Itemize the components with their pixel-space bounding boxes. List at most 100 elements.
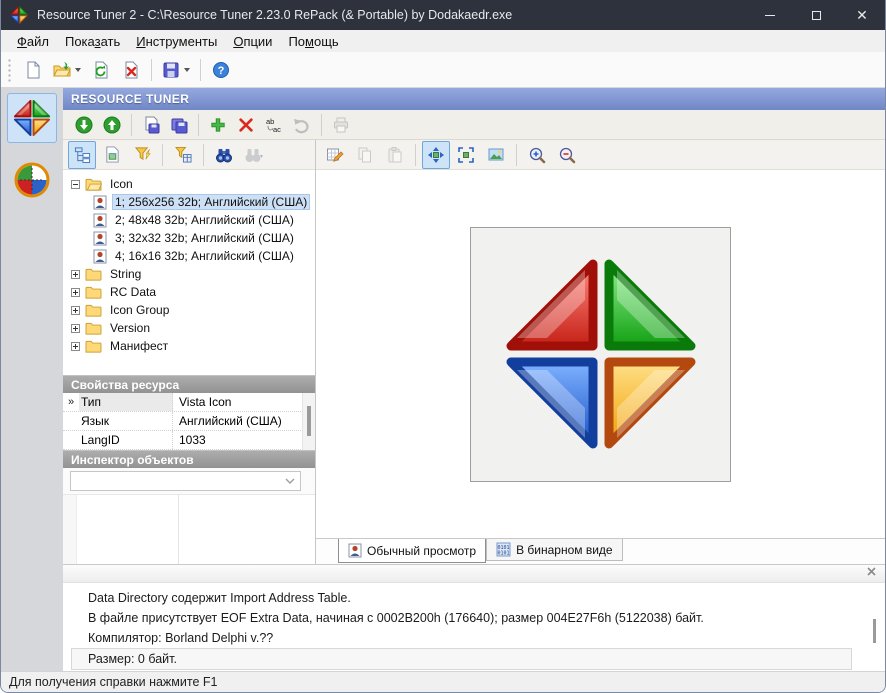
scrollbar-thumb[interactable]	[307, 406, 311, 436]
tree-node-label[interactable]: Icon	[107, 176, 136, 192]
menu-options[interactable]: Опции	[225, 32, 280, 51]
filter-settings-button[interactable]	[169, 141, 197, 169]
object-inspector-header: Инспектор объектов	[63, 450, 315, 468]
tree-node-string-folder[interactable]: String	[63, 265, 315, 283]
maximize-icon	[811, 10, 821, 20]
resource-toolbar: ab ac	[63, 110, 885, 140]
current-row-marker: »	[67, 396, 75, 408]
tree-item-icon-1[interactable]: 1; 256x256 32b; Английский (США)	[63, 193, 315, 211]
tree-item-label[interactable]: 3; 32x32 32b; Английский (США)	[112, 230, 297, 246]
tree-node-label[interactable]: String	[107, 266, 144, 282]
save-all-resources-button[interactable]	[166, 112, 192, 138]
go-down-button[interactable]	[71, 112, 97, 138]
new-file-button[interactable]	[19, 56, 47, 84]
print-icon	[334, 117, 348, 132]
folder-icon	[85, 303, 102, 318]
main-toolbar: ?	[1, 52, 885, 88]
zoom-out-icon	[559, 147, 576, 163]
preview-pane-button[interactable]	[98, 141, 126, 169]
workspace: Icon 1; 256x256 32b; Английский (США) 2;…	[63, 140, 885, 564]
reload-file-button[interactable]	[87, 56, 115, 84]
undo-button[interactable]	[289, 112, 315, 138]
info-line-selected[interactable]: Размер: 0 байт.	[71, 648, 852, 670]
expand-expander-icon[interactable]	[71, 341, 80, 351]
info-close-button[interactable]	[867, 567, 876, 576]
zoom-in-button[interactable]	[523, 141, 551, 169]
object-selector-combobox[interactable]	[70, 471, 301, 491]
image-background-button[interactable]	[482, 141, 510, 169]
find-button[interactable]	[210, 141, 238, 169]
tree-node-version-folder[interactable]: Version	[63, 319, 315, 337]
find-next-button[interactable]	[240, 141, 268, 169]
go-up-button[interactable]	[99, 112, 125, 138]
tree-view-button[interactable]	[68, 140, 96, 169]
inspector-combo-row	[63, 468, 315, 494]
property-row-language[interactable]: Язык Английский (США)	[63, 412, 315, 431]
add-resource-button[interactable]	[205, 112, 231, 138]
tree-item-icon-3[interactable]: 3; 32x32 32b; Английский (США)	[63, 229, 315, 247]
delete-resource-button[interactable]	[233, 112, 259, 138]
tab-normal-view[interactable]: Обычный просмотр	[338, 539, 487, 563]
save-file-button[interactable]	[158, 56, 194, 84]
copy-button[interactable]	[351, 141, 379, 169]
actual-size-button[interactable]	[452, 141, 480, 169]
zoom-out-button[interactable]	[553, 141, 581, 169]
save-resource-button[interactable]	[138, 112, 164, 138]
tab-label: Обычный просмотр	[367, 543, 477, 558]
tab-binary-view[interactable]: 0101 0101 В бинарном виде	[486, 539, 623, 561]
tree-node-label[interactable]: Icon Group	[107, 302, 172, 318]
tree-item-label[interactable]: 1; 256x256 32b; Английский (США)	[112, 194, 311, 210]
object-inspector-grid[interactable]	[63, 494, 315, 564]
maximize-button[interactable]	[793, 0, 839, 30]
toolbar-grip[interactable]	[7, 57, 12, 82]
image-resource-icon	[93, 195, 107, 210]
rename-resource-button[interactable]: ab ac	[261, 112, 287, 138]
sidebar-resource-tuner-button[interactable]	[7, 93, 57, 143]
tree-item-icon-2[interactable]: 2; 48x48 32b; Английский (США)	[63, 211, 315, 229]
tree-item-label[interactable]: 4; 16x16 32b; Английский (США)	[112, 248, 297, 264]
property-row-type[interactable]: » Тип Vista Icon	[63, 393, 315, 412]
help-button[interactable]: ?	[207, 56, 235, 84]
info-scrollbar-thumb[interactable]	[873, 619, 876, 643]
minimize-button[interactable]	[747, 0, 793, 30]
pe-explorer-icon	[14, 162, 50, 198]
expand-expander-icon[interactable]	[71, 323, 80, 333]
close-button[interactable]: ✕	[839, 0, 885, 30]
fit-to-window-button[interactable]	[422, 140, 450, 169]
sidebar-pe-explorer-button[interactable]	[7, 155, 57, 205]
menu-help[interactable]: Помощь	[280, 32, 346, 51]
menu-tools[interactable]: Инструменты	[128, 32, 225, 51]
info-panel-header	[63, 565, 885, 583]
window-controls: ✕	[747, 0, 885, 30]
tree-node-icongroup-folder[interactable]: Icon Group	[63, 301, 315, 319]
tree-item-icon-4[interactable]: 4; 16x16 32b; Английский (США)	[63, 247, 315, 265]
open-file-button[interactable]	[49, 56, 85, 84]
close-file-button[interactable]	[117, 56, 145, 84]
property-row-langid[interactable]: LangID 1033	[63, 431, 315, 450]
go-up-icon	[103, 116, 121, 133]
menu-file[interactable]: Файл	[9, 32, 57, 51]
image-resource-icon	[93, 213, 107, 228]
properties-scrollbar[interactable]	[302, 393, 315, 450]
paste-button[interactable]	[381, 141, 409, 169]
close-icon	[867, 567, 876, 576]
expand-expander-icon[interactable]	[71, 269, 80, 279]
expand-expander-icon[interactable]	[71, 287, 80, 297]
expand-expander-icon[interactable]	[71, 305, 80, 315]
toolbar-separator	[516, 143, 517, 166]
collapse-expander-icon[interactable]	[71, 179, 80, 189]
tree-node-manifest-folder[interactable]: Манифест	[63, 337, 315, 355]
folder-icon	[85, 285, 102, 300]
quick-filter-button[interactable]	[128, 141, 156, 169]
binoculars-icon	[216, 148, 232, 162]
tree-node-label[interactable]: RC Data	[107, 284, 159, 300]
tree-node-rcdata-folder[interactable]: RC Data	[63, 283, 315, 301]
tree-node-icon-folder[interactable]: Icon	[63, 175, 315, 193]
menu-view[interactable]: Показать	[57, 32, 128, 51]
tree-node-label[interactable]: Version	[107, 320, 153, 336]
print-button[interactable]	[328, 112, 354, 138]
tree-item-label[interactable]: 2; 48x48 32b; Английский (США)	[112, 212, 297, 228]
edit-resource-button[interactable]	[321, 141, 349, 169]
tree-node-label[interactable]: Манифест	[107, 338, 171, 354]
actual-size-icon	[458, 146, 474, 163]
